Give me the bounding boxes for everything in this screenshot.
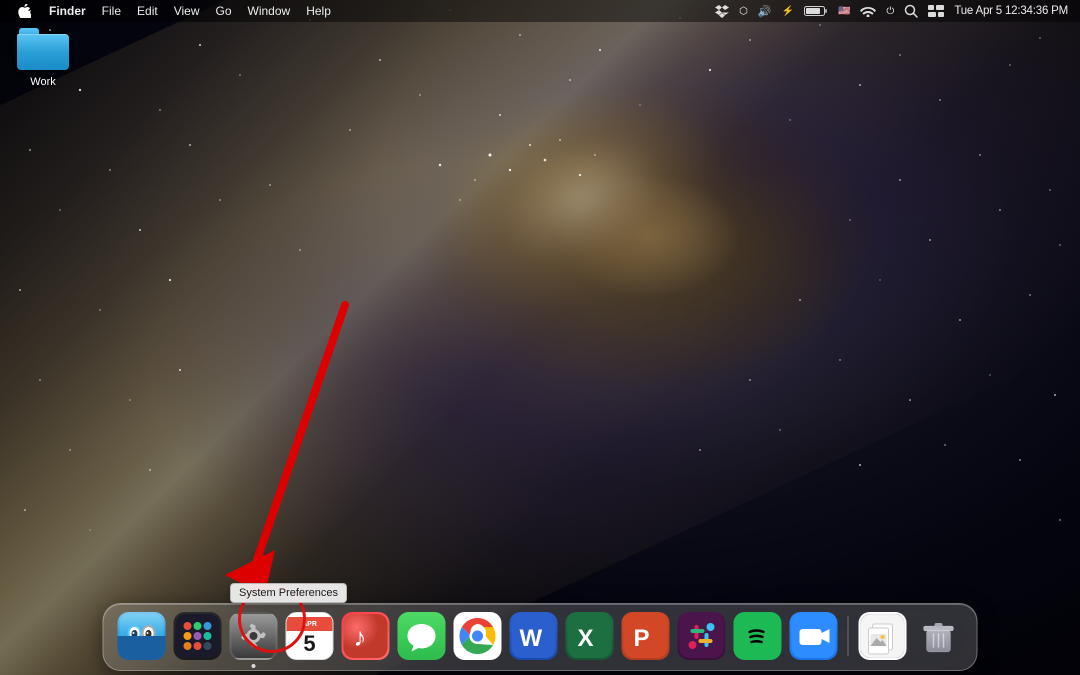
svg-text:X: X xyxy=(578,625,594,652)
svg-text:P: P xyxy=(634,625,650,652)
svg-text:♪: ♪ xyxy=(354,622,367,652)
sysprefs-icon xyxy=(230,612,278,660)
menu-go[interactable]: Go xyxy=(208,0,240,22)
dock-music[interactable]: ♪ xyxy=(340,610,392,662)
menu-help[interactable]: Help xyxy=(298,0,339,22)
dock-calendar[interactable]: APR 5 xyxy=(284,610,336,662)
messages-icon xyxy=(398,612,446,660)
excel-icon: X xyxy=(566,612,614,660)
dock-trash[interactable] xyxy=(913,610,965,662)
dock-launchpad[interactable] xyxy=(172,610,224,662)
control-center-icon[interactable] xyxy=(924,0,948,22)
menu-edit[interactable]: Edit xyxy=(129,0,166,22)
dropbox-icon[interactable] xyxy=(711,0,733,22)
dock-slack[interactable] xyxy=(676,610,728,662)
status-icon-1[interactable]: ⬡ xyxy=(735,0,752,22)
desktop: Finder File Edit View Go Window Help ⬡ 🔊… xyxy=(0,0,1080,675)
dock-powerpoint[interactable]: P xyxy=(620,610,672,662)
menu-window[interactable]: Window xyxy=(240,0,299,22)
screensaver-icon[interactable]: ⏻ xyxy=(882,0,898,22)
tooltip-label: System Preferences xyxy=(230,583,347,603)
star-field xyxy=(0,0,1080,675)
bluetooth-icon[interactable]: ⚡ xyxy=(778,0,798,22)
calendar-icon: APR 5 xyxy=(286,612,334,660)
menu-view[interactable]: View xyxy=(166,0,208,22)
dock-excel[interactable]: X xyxy=(564,610,616,662)
wifi-icon[interactable] xyxy=(856,0,880,22)
dock-separator xyxy=(848,616,849,656)
dock-chrome[interactable] xyxy=(452,610,504,662)
launchpad-icon xyxy=(174,612,222,660)
menu-finder[interactable]: Finder xyxy=(41,0,94,22)
music-icon: ♪ xyxy=(342,612,390,660)
folder-icon xyxy=(17,28,69,72)
menubar: Finder File Edit View Go Window Help ⬡ 🔊… xyxy=(0,0,1080,22)
volume-icon[interactable]: 🔊 xyxy=(754,0,776,22)
finder-icon xyxy=(118,612,166,660)
word-icon: W xyxy=(510,612,558,660)
trash-icon xyxy=(915,612,963,660)
calendar-month: APR xyxy=(287,617,333,631)
battery-icon xyxy=(800,0,832,22)
dock-photos[interactable] xyxy=(857,610,909,662)
chrome-icon xyxy=(454,612,502,660)
svg-text:W: W xyxy=(520,625,543,652)
menubar-right: ⬡ 🔊 ⚡ 🇺🇸 ⏻ xyxy=(711,0,1072,22)
slack-icon xyxy=(678,612,726,660)
work-folder[interactable]: Work xyxy=(8,22,78,94)
menubar-left: Finder File Edit View Go Window Help xyxy=(8,0,711,22)
calendar-day: 5 xyxy=(303,633,315,655)
photos-icon xyxy=(859,612,907,660)
spotify-icon xyxy=(734,612,782,660)
dock-system-preferences[interactable] xyxy=(228,610,280,662)
dock-spotify[interactable] xyxy=(732,610,784,662)
dock-messages[interactable] xyxy=(396,610,448,662)
dock-word[interactable]: W xyxy=(508,610,560,662)
folder-label: Work xyxy=(30,76,55,88)
apple-menu[interactable] xyxy=(8,0,41,22)
dock-zoom[interactable] xyxy=(788,610,840,662)
folder-body xyxy=(17,34,69,70)
dock-finder[interactable] xyxy=(116,610,168,662)
flag-icon[interactable]: 🇺🇸 xyxy=(834,0,854,22)
menu-file[interactable]: File xyxy=(94,0,129,22)
powerpoint-icon: P xyxy=(622,612,670,660)
zoom-icon xyxy=(790,612,838,660)
datetime-display: Tue Apr 5 12:34:36 PM xyxy=(950,0,1072,22)
red-arrow xyxy=(195,285,375,615)
sysprefs-tooltip: System Preferences xyxy=(230,583,347,603)
spotlight-icon[interactable] xyxy=(900,0,922,22)
